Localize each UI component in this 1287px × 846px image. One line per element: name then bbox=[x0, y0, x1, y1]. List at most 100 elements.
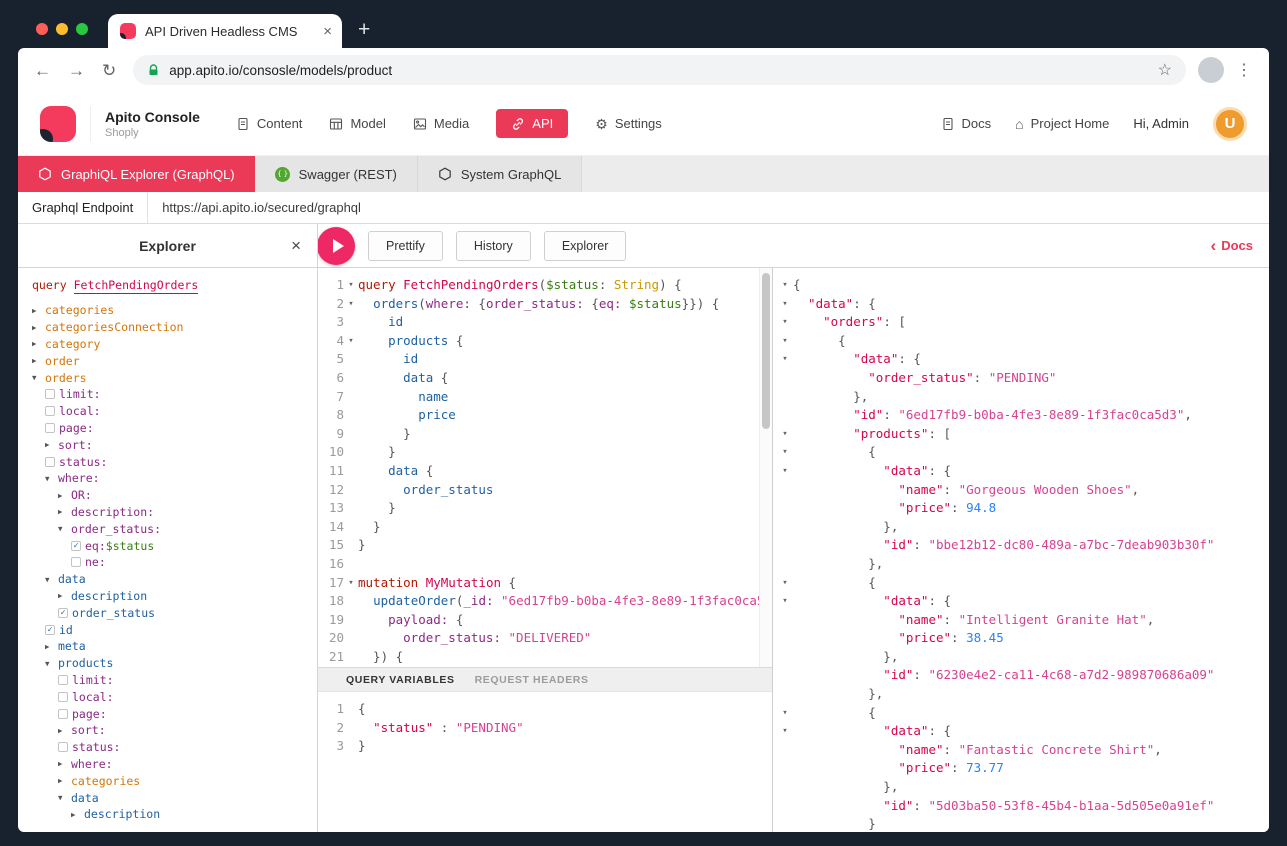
tree-arrow-icon[interactable]: ▼ bbox=[58, 524, 71, 533]
explorer-tree-item[interactable]: limit: bbox=[30, 386, 317, 403]
nav-settings[interactable]: ⚙ Settings bbox=[595, 116, 662, 131]
checkbox-icon[interactable] bbox=[45, 456, 55, 467]
explorer-tree-item[interactable]: status: bbox=[30, 453, 317, 470]
fold-icon[interactable]: ▾ bbox=[777, 574, 793, 593]
bookmark-star-icon[interactable]: ☆ bbox=[1158, 60, 1172, 80]
tab-close-icon[interactable]: × bbox=[323, 23, 332, 40]
explorer-tree-item[interactable]: local: bbox=[30, 688, 317, 705]
reload-icon[interactable]: ↻ bbox=[102, 62, 116, 79]
checkbox-icon[interactable] bbox=[45, 389, 55, 400]
explorer-tree-item[interactable]: ▶ categoriesConnection bbox=[30, 319, 317, 336]
tree-arrow-icon[interactable]: ▶ bbox=[58, 759, 71, 768]
tree-arrow-icon[interactable]: ▶ bbox=[32, 339, 45, 348]
prettify-button[interactable]: Prettify bbox=[368, 230, 443, 261]
explorer-tree-item[interactable]: ▶ sort: bbox=[30, 722, 317, 739]
fold-icon[interactable]: ▾ bbox=[777, 276, 793, 295]
active-operation[interactable]: query FetchPendingOrders bbox=[32, 278, 317, 294]
tab-system-graphql[interactable]: System GraphQL bbox=[417, 156, 583, 192]
explorer-tree-item[interactable]: ✓ order_status bbox=[30, 604, 317, 621]
tree-arrow-icon[interactable]: ▼ bbox=[32, 373, 45, 382]
explorer-tree-item[interactable]: local: bbox=[30, 403, 317, 420]
tree-arrow-icon[interactable]: ▶ bbox=[58, 591, 71, 600]
tree-arrow-icon[interactable]: ▶ bbox=[58, 776, 71, 785]
user-avatar[interactable]: U bbox=[1213, 106, 1247, 141]
tree-arrow-icon[interactable]: ▶ bbox=[71, 810, 84, 819]
checkbox-icon[interactable]: ✓ bbox=[45, 624, 55, 635]
explorer-tree-item[interactable]: ▶ meta bbox=[30, 638, 317, 655]
query-editor-code[interactable]: 1 ▾ query FetchPendingOrders($status: Stri… bbox=[318, 276, 772, 666]
explorer-toggle-button[interactable]: Explorer bbox=[543, 230, 627, 261]
execute-query-button[interactable] bbox=[318, 226, 355, 265]
new-tab-button[interactable]: + bbox=[358, 19, 370, 40]
explorer-tree-item[interactable]: page: bbox=[30, 420, 317, 437]
tree-arrow-icon[interactable]: ▼ bbox=[45, 659, 58, 668]
explorer-tree-item[interactable]: ▶ description bbox=[30, 806, 317, 823]
tree-arrow-icon[interactable]: ▼ bbox=[45, 575, 58, 584]
tree-arrow-icon[interactable]: ▶ bbox=[58, 507, 71, 516]
query-editor[interactable]: 1 ▾ query FetchPendingOrders($status: Stri… bbox=[318, 268, 772, 667]
explorer-tree-item[interactable]: page: bbox=[30, 705, 317, 722]
tree-arrow-icon[interactable]: ▶ bbox=[32, 306, 45, 315]
explorer-tree-item[interactable]: ▼ data bbox=[30, 571, 317, 588]
checkbox-icon[interactable] bbox=[58, 674, 68, 685]
fold-icon[interactable]: ▾ bbox=[777, 295, 793, 314]
browser-profile-avatar[interactable] bbox=[1198, 57, 1224, 83]
fold-icon[interactable]: ▾ bbox=[777, 350, 793, 369]
explorer-tree-item[interactable]: ne: bbox=[30, 554, 317, 571]
explorer-tree-item[interactable]: ▼ products bbox=[30, 655, 317, 672]
minimize-window-button[interactable] bbox=[56, 23, 68, 35]
tab-graphiql-explorer[interactable]: GraphiQL Explorer (GraphQL) bbox=[18, 156, 255, 192]
explorer-tree-item[interactable]: ▶ order bbox=[30, 352, 317, 369]
explorer-close-icon[interactable]: × bbox=[291, 237, 301, 254]
explorer-tree-item[interactable]: ▶ sort: bbox=[30, 436, 317, 453]
checkbox-icon[interactable] bbox=[71, 557, 81, 568]
operation-name[interactable]: FetchPendingOrders bbox=[73, 278, 199, 294]
docs-link[interactable]: Docs bbox=[941, 116, 991, 131]
browser-tab[interactable]: API Driven Headless CMS × bbox=[108, 14, 342, 48]
checkbox-icon[interactable]: ✓ bbox=[58, 607, 68, 618]
nav-content[interactable]: Content bbox=[236, 116, 302, 131]
fold-icon[interactable]: ▾ bbox=[777, 313, 793, 332]
checkbox-icon[interactable] bbox=[58, 708, 68, 719]
tree-arrow-icon[interactable]: ▼ bbox=[45, 474, 58, 483]
nav-media[interactable]: Media bbox=[413, 116, 469, 131]
fold-icon[interactable]: ▾ bbox=[344, 332, 358, 351]
tab-swagger-rest[interactable]: { } Swagger (REST) bbox=[254, 156, 418, 192]
apito-logo[interactable] bbox=[40, 105, 76, 142]
address-bar[interactable]: app.apito.io/consosle/models/product ☆ bbox=[133, 55, 1186, 85]
forward-icon[interactable]: → bbox=[68, 62, 85, 79]
scrollbar-thumb[interactable] bbox=[762, 273, 770, 429]
fold-icon[interactable]: ▾ bbox=[344, 276, 358, 295]
explorer-tree-item[interactable]: status: bbox=[30, 739, 317, 756]
fold-icon[interactable]: ▾ bbox=[777, 332, 793, 351]
fold-icon[interactable]: ▾ bbox=[344, 295, 358, 314]
tree-arrow-icon[interactable]: ▶ bbox=[32, 356, 45, 365]
tree-arrow-icon[interactable]: ▶ bbox=[45, 642, 58, 651]
tree-arrow-icon[interactable]: ▶ bbox=[58, 726, 71, 735]
back-icon[interactable]: ← bbox=[34, 62, 51, 79]
history-button[interactable]: History bbox=[455, 230, 531, 261]
tree-arrow-icon[interactable]: ▶ bbox=[32, 323, 45, 332]
fold-icon[interactable]: ▾ bbox=[777, 704, 793, 723]
close-window-button[interactable] bbox=[36, 23, 48, 35]
project-home-link[interactable]: ⌂ Project Home bbox=[1015, 116, 1109, 131]
zoom-window-button[interactable] bbox=[76, 23, 88, 35]
docs-panel-button[interactable]: ‹ Docs bbox=[1211, 237, 1253, 254]
fold-icon[interactable]: ▾ bbox=[777, 425, 793, 444]
editor-scrollbar[interactable] bbox=[759, 268, 772, 667]
explorer-tree-item[interactable]: ▶ OR: bbox=[30, 487, 317, 504]
explorer-tree-item[interactable]: ▶ where: bbox=[30, 756, 317, 773]
explorer-tree-item[interactable]: ▶ description bbox=[30, 588, 317, 605]
variables-code[interactable]: 1{2 "status" : "PENDING" 3} bbox=[318, 700, 772, 756]
endpoint-url[interactable]: https://api.apito.io/secured/graphql bbox=[148, 200, 375, 215]
nav-model[interactable]: Model bbox=[329, 116, 386, 131]
checkbox-icon[interactable] bbox=[58, 691, 68, 702]
browser-menu-icon[interactable]: ⋮ bbox=[1236, 60, 1253, 80]
fold-icon[interactable]: ▾ bbox=[777, 592, 793, 611]
explorer-tree-item[interactable]: ✓ id bbox=[30, 621, 317, 638]
fold-icon[interactable]: ▾ bbox=[777, 462, 793, 481]
variables-editor[interactable]: 1{2 "status" : "PENDING" 3} bbox=[318, 692, 772, 832]
fold-icon[interactable]: ▾ bbox=[777, 722, 793, 741]
url-text[interactable]: app.apito.io/consosle/models/product bbox=[169, 63, 1157, 78]
fold-icon[interactable]: ▾ bbox=[777, 443, 793, 462]
